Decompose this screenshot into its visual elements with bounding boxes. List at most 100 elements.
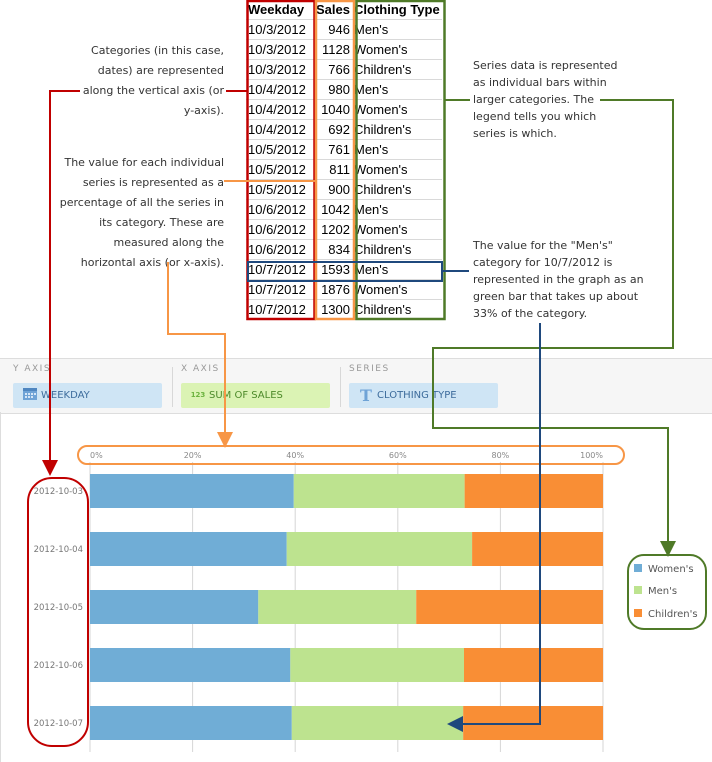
legend-label: Men's <box>648 586 678 597</box>
clothing-type-cell: Children's <box>352 299 442 320</box>
chart-legend: Women's Men's Children's <box>626 552 706 630</box>
header-weekday: Weekday <box>246 0 314 20</box>
note-line: green bar that takes up about <box>473 290 639 303</box>
legend-label: Children's <box>648 609 698 620</box>
note-line: dates) are represented <box>97 64 224 77</box>
table-header-row: Weekday Sales Clothing Type <box>246 0 442 20</box>
weekday-field-chip[interactable]: WEEKDAY <box>13 383 162 408</box>
sales-cell: 1593 <box>314 259 352 280</box>
mens-swatch <box>634 586 642 594</box>
note-line: measured along the <box>113 236 224 249</box>
weekday-cell: 10/6/2012 <box>246 199 314 220</box>
table-row: 10/7/2012 1300 Children's <box>246 299 442 320</box>
weekday-cell: 10/6/2012 <box>246 239 314 260</box>
table-row: 10/6/2012 1042 Men's <box>246 199 442 220</box>
table-row: 10/5/2012 761 Men's <box>246 139 442 160</box>
sales-cell: 766 <box>314 59 352 80</box>
sales-cell: 1300 <box>314 299 352 320</box>
sales-cell: 1202 <box>314 219 352 240</box>
source-data-table: Weekday Sales Clothing Type 10/3/2012 946… <box>246 0 442 320</box>
weekday-cell: 10/3/2012 <box>246 59 314 80</box>
value-note: The value for each individual series is … <box>20 153 224 273</box>
table-row: 10/7/2012 1876 Women's <box>246 279 442 300</box>
legend-item-childrens[interactable]: Children's <box>634 608 698 622</box>
clothing-type-cell: Children's <box>352 119 442 140</box>
note-line: 33% of the category. <box>473 307 588 320</box>
weekday-cell: 10/4/2012 <box>246 119 314 140</box>
header-clothing-type: Clothing Type <box>352 0 442 20</box>
note-line: percentage of all the series in <box>59 196 224 209</box>
text-T-icon: T <box>360 386 372 405</box>
legend-item-mens[interactable]: Men's <box>634 585 677 599</box>
note-line: The value for the "Men's" <box>473 239 613 252</box>
note-line: represented in the graph as an <box>473 273 644 286</box>
childrens-swatch <box>634 609 642 617</box>
note-line: horizontal axis (or x-axis). <box>80 256 224 269</box>
clothing-type-field-chip[interactable]: T CLOTHING TYPE <box>349 383 498 408</box>
weekday-cell: 10/5/2012 <box>246 179 314 200</box>
weekday-cell: 10/5/2012 <box>246 159 314 180</box>
weekday-cell: 10/4/2012 <box>246 99 314 120</box>
sales-cell: 834 <box>314 239 352 260</box>
sales-cell: 980 <box>314 79 352 100</box>
header-sales: Sales <box>314 0 352 20</box>
mens-value-note: The value for the "Men's" category for 1… <box>473 237 673 322</box>
note-line: as individual bars within <box>473 76 607 89</box>
series-note: Series data is represented as individual… <box>473 57 643 142</box>
sales-cell: 811 <box>314 159 352 180</box>
note-line: along the vertical axis (or <box>82 84 224 97</box>
sales-cell: 1040 <box>314 99 352 120</box>
weekday-cell: 10/6/2012 <box>246 219 314 240</box>
legend-item-womens[interactable]: Women's <box>634 563 694 577</box>
note-line: Series data is represented <box>473 59 618 72</box>
sales-cell: 761 <box>314 139 352 160</box>
sales-cell: 900 <box>314 179 352 200</box>
clothing-type-cell: Children's <box>352 179 442 200</box>
sales-cell: 692 <box>314 119 352 140</box>
series-label: SERIES <box>349 364 390 374</box>
note-line: category for 10/7/2012 is <box>473 256 613 269</box>
weekday-cell: 10/3/2012 <box>246 19 314 40</box>
note-line: series is which. <box>473 127 557 140</box>
legend-label: Women's <box>648 564 694 575</box>
womens-swatch <box>634 564 642 572</box>
note-line: larger categories. The <box>473 93 595 106</box>
x-axis-well: X AXIS 123 SUM OF SALES <box>168 359 338 413</box>
note-line: series is represented as a <box>82 176 224 189</box>
weekday-cell: 10/7/2012 <box>246 299 314 320</box>
clothing-type-cell: Children's <box>352 239 442 260</box>
weekday-cell: 10/5/2012 <box>246 139 314 160</box>
weekday-field-label: WEEKDAY <box>41 390 90 401</box>
sum-of-sales-field-label: SUM OF SALES <box>209 390 283 401</box>
weekday-cell: 10/7/2012 <box>246 259 314 280</box>
table-row: 10/5/2012 900 Children's <box>246 179 442 200</box>
clothing-type-cell: Women's <box>352 219 442 240</box>
field-wells-panel: Y AXIS WEEKDAY X AXIS 123 SUM OF SALES S… <box>0 358 712 414</box>
chart-frame <box>0 412 712 762</box>
sales-cell: 946 <box>314 19 352 40</box>
clothing-type-cell: Men's <box>352 19 442 40</box>
note-line: legend tells you which <box>473 110 597 123</box>
table-row: 10/6/2012 1202 Women's <box>246 219 442 240</box>
clothing-type-cell: Women's <box>352 279 442 300</box>
table-row: 10/4/2012 1040 Women's <box>246 99 442 120</box>
note-line: Categories (in this case, <box>91 44 224 57</box>
clothing-type-cell: Men's <box>352 79 442 100</box>
table-row: 10/3/2012 766 Children's <box>246 59 442 80</box>
clothing-type-cell: Men's <box>352 199 442 220</box>
clothing-type-cell: Children's <box>352 59 442 80</box>
calendar-icon <box>20 383 40 408</box>
note-line: y-axis). <box>183 104 224 117</box>
series-well: SERIES T CLOTHING TYPE <box>336 359 506 413</box>
y-axis-well: Y AXIS WEEKDAY <box>0 359 170 413</box>
clothing-type-cell: Men's <box>352 139 442 160</box>
table-row: 10/3/2012 1128 Women's <box>246 39 442 60</box>
x-axis-label: X AXIS <box>181 364 220 374</box>
weekday-cell: 10/4/2012 <box>246 79 314 100</box>
sales-cell: 1128 <box>314 39 352 60</box>
sales-cell: 1042 <box>314 199 352 220</box>
sum-of-sales-field-chip[interactable]: 123 SUM OF SALES <box>181 383 330 408</box>
table-row: 10/4/2012 980 Men's <box>246 79 442 100</box>
table-row: 10/3/2012 946 Men's <box>246 19 442 40</box>
clothing-type-cell: Women's <box>352 99 442 120</box>
